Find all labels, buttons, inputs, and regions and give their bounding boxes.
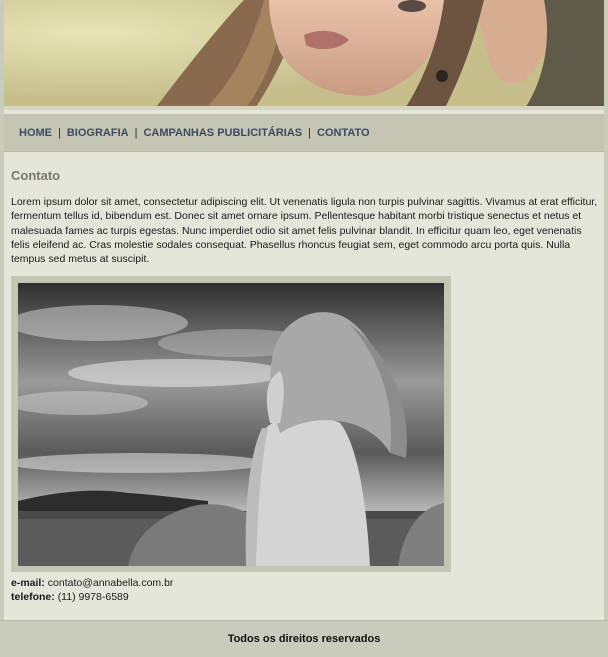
nav-item-home[interactable]: HOME: [19, 127, 52, 139]
woman-by-sea-photo: [18, 283, 444, 566]
photo-illustration: [18, 283, 444, 566]
nav-item-biografia[interactable]: BIOGRAFIA: [67, 127, 129, 139]
nav-item-contato[interactable]: CONTATO: [317, 127, 370, 139]
email-label: e-mail:: [11, 577, 45, 589]
photo-frame: [11, 276, 451, 572]
email-value: contato@annabella.com.br: [47, 577, 174, 589]
email-line: e-mail: contato@annabella.com.br: [11, 576, 173, 590]
page-container: HOME | BIOGRAFIA | CAMPANHAS PUBLICITÁRI…: [4, 0, 604, 657]
main-navigation: HOME | BIOGRAFIA | CAMPANHAS PUBLICITÁRI…: [4, 114, 604, 152]
nav-separator: |: [58, 126, 61, 139]
nav-item-campanhas[interactable]: CAMPANHAS PUBLICITÁRIAS: [143, 127, 302, 139]
header-banner: [4, 0, 604, 110]
nav-separator: |: [308, 126, 311, 139]
phone-label: telefone:: [11, 591, 55, 603]
banner-portrait-image: [4, 0, 604, 110]
banner-bottom-strip: [4, 106, 604, 110]
content-paragraph: Lorem ipsum dolor sit amet, consectetur …: [11, 196, 598, 266]
nav-separator: |: [134, 126, 138, 139]
contact-info: e-mail: contato@annabella.com.br telefon…: [11, 576, 173, 604]
footer-text: Todos os direitos reservados: [227, 633, 381, 645]
phone-value: (11) 9978-6589: [57, 591, 129, 603]
page-footer: Todos os direitos reservados: [0, 620, 608, 657]
phone-line: telefone: (11) 9978-6589: [11, 590, 173, 604]
page-title: Contato: [11, 168, 61, 183]
